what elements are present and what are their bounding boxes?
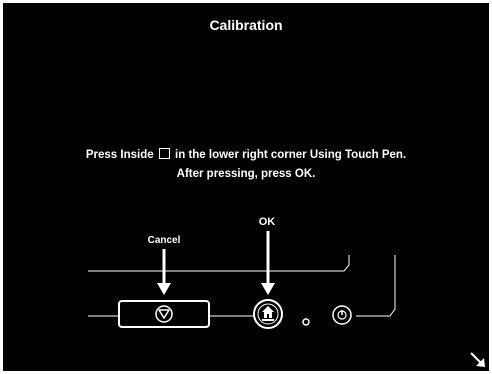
device-right-outline bbox=[356, 255, 396, 317]
power-button[interactable] bbox=[332, 305, 352, 325]
small-circle-button[interactable] bbox=[302, 318, 310, 326]
cancel-stop-button[interactable] bbox=[118, 300, 210, 328]
calibration-screen[interactable]: Calibration Press Inside in the lower ri… bbox=[3, 3, 489, 371]
device-diagram bbox=[88, 231, 396, 329]
ok-pointer-arrow bbox=[261, 231, 275, 295]
small-circle-icon bbox=[302, 318, 310, 326]
cancel-pointer-arrow bbox=[157, 249, 171, 295]
arrow-down-right-icon bbox=[470, 352, 485, 367]
home-ok-button[interactable] bbox=[253, 299, 283, 329]
device-upper-outline bbox=[88, 255, 350, 272]
